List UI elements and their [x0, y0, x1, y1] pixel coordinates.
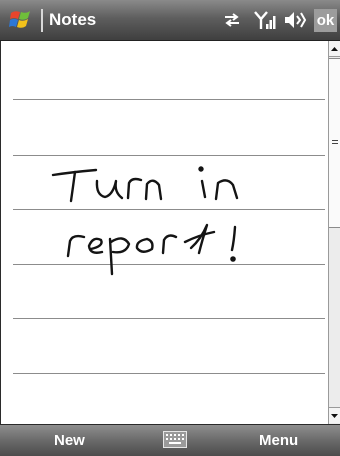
- windows-start-icon[interactable]: [9, 9, 35, 31]
- title-bar: Notes ok: [0, 0, 340, 41]
- note-writing-area[interactable]: [0, 41, 328, 424]
- ok-button[interactable]: ok: [314, 9, 337, 32]
- keyboard-icon[interactable]: [163, 431, 187, 448]
- volume-icon[interactable]: [283, 9, 307, 31]
- scroll-down-button[interactable]: [329, 407, 340, 423]
- handwritten-ink: [51, 166, 239, 276]
- scroll-up-button[interactable]: [329, 41, 340, 57]
- app-title: Notes: [49, 10, 97, 29]
- scroll-down-arrow-icon: [331, 414, 338, 418]
- thumb-grip: [332, 143, 338, 144]
- scroll-thumb[interactable]: [329, 58, 340, 228]
- new-softkey[interactable]: New: [54, 432, 85, 450]
- menu-bar: New Menu: [0, 424, 340, 456]
- vertical-scrollbar[interactable]: [328, 41, 340, 424]
- menu-softkey[interactable]: Menu: [259, 432, 298, 450]
- thumb-grip: [332, 140, 338, 141]
- connectivity-icon[interactable]: [222, 9, 242, 31]
- title-separator: [41, 9, 43, 32]
- signal-strength-icon[interactable]: [254, 9, 276, 31]
- scroll-up-arrow-icon: [331, 47, 338, 51]
